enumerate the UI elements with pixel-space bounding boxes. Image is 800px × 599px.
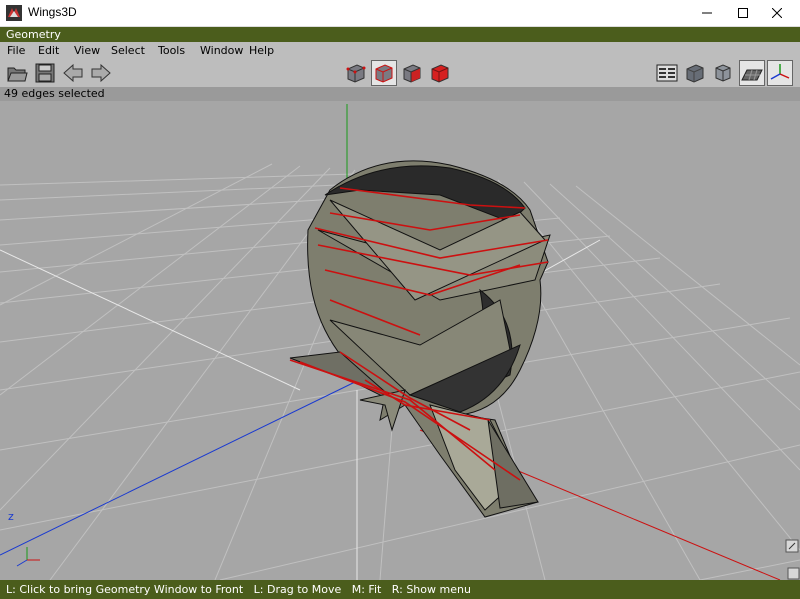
select-body-icon[interactable]	[429, 62, 451, 84]
menu-file[interactable]: File	[7, 44, 25, 57]
title-bar: Wings3D	[0, 0, 800, 27]
select-face-icon[interactable]	[401, 62, 423, 84]
menu-edit[interactable]: Edit	[38, 44, 59, 57]
menu-bar: File Edit View Select Tools Window Help	[0, 42, 800, 59]
close-button[interactable]	[754, 0, 800, 26]
ground-plane-icon	[741, 69, 763, 81]
geometry-window-title: Geometry	[6, 28, 61, 41]
selection-info: 49 edges selected	[4, 87, 105, 100]
mesh-model[interactable]	[289, 160, 551, 518]
z-axis-label: z	[8, 510, 14, 523]
scene: z	[0, 104, 800, 580]
info-icon[interactable]	[656, 62, 678, 84]
toolbar	[0, 59, 800, 87]
orientation-axes-icon	[16, 547, 40, 567]
x-axis-negative	[0, 249, 301, 391]
help-text: L: Click to bring Geometry Window to Fro…	[6, 583, 471, 596]
window-title: Wings3D	[28, 5, 77, 19]
axes-icon	[770, 64, 790, 80]
redo-icon[interactable]	[90, 62, 112, 84]
save-icon[interactable]	[34, 62, 56, 84]
help-bar: L: Click to bring Geometry Window to Fro…	[0, 580, 800, 599]
menu-view[interactable]: View	[74, 44, 100, 57]
menu-select[interactable]: Select	[111, 44, 145, 57]
minimize-icon	[702, 12, 712, 14]
corner-resize-icon[interactable]	[787, 567, 800, 580]
select-edge-button[interactable]	[371, 60, 397, 86]
ground-plane-button[interactable]	[739, 60, 765, 86]
menu-tools[interactable]: Tools	[158, 44, 185, 57]
close-icon	[772, 8, 782, 18]
axes-button[interactable]	[767, 60, 793, 86]
select-edge-icon	[375, 64, 393, 83]
resize-handle-icon[interactable]	[785, 539, 799, 553]
smooth-shading-icon[interactable]	[684, 62, 706, 84]
orthogonal-view-icon[interactable]	[712, 62, 734, 84]
open-icon[interactable]	[6, 62, 28, 84]
undo-icon[interactable]	[62, 62, 84, 84]
select-vertex-icon[interactable]	[345, 62, 367, 84]
maximize-icon	[738, 8, 748, 18]
menu-window[interactable]: Window	[200, 44, 243, 57]
geometry-window-title-bar[interactable]: Geometry	[0, 27, 800, 43]
wings3d-logo-icon	[6, 5, 22, 21]
geometry-viewport[interactable]: z	[0, 101, 800, 580]
selection-status: 49 edges selected	[0, 87, 800, 101]
menu-help[interactable]: Help	[249, 44, 274, 57]
